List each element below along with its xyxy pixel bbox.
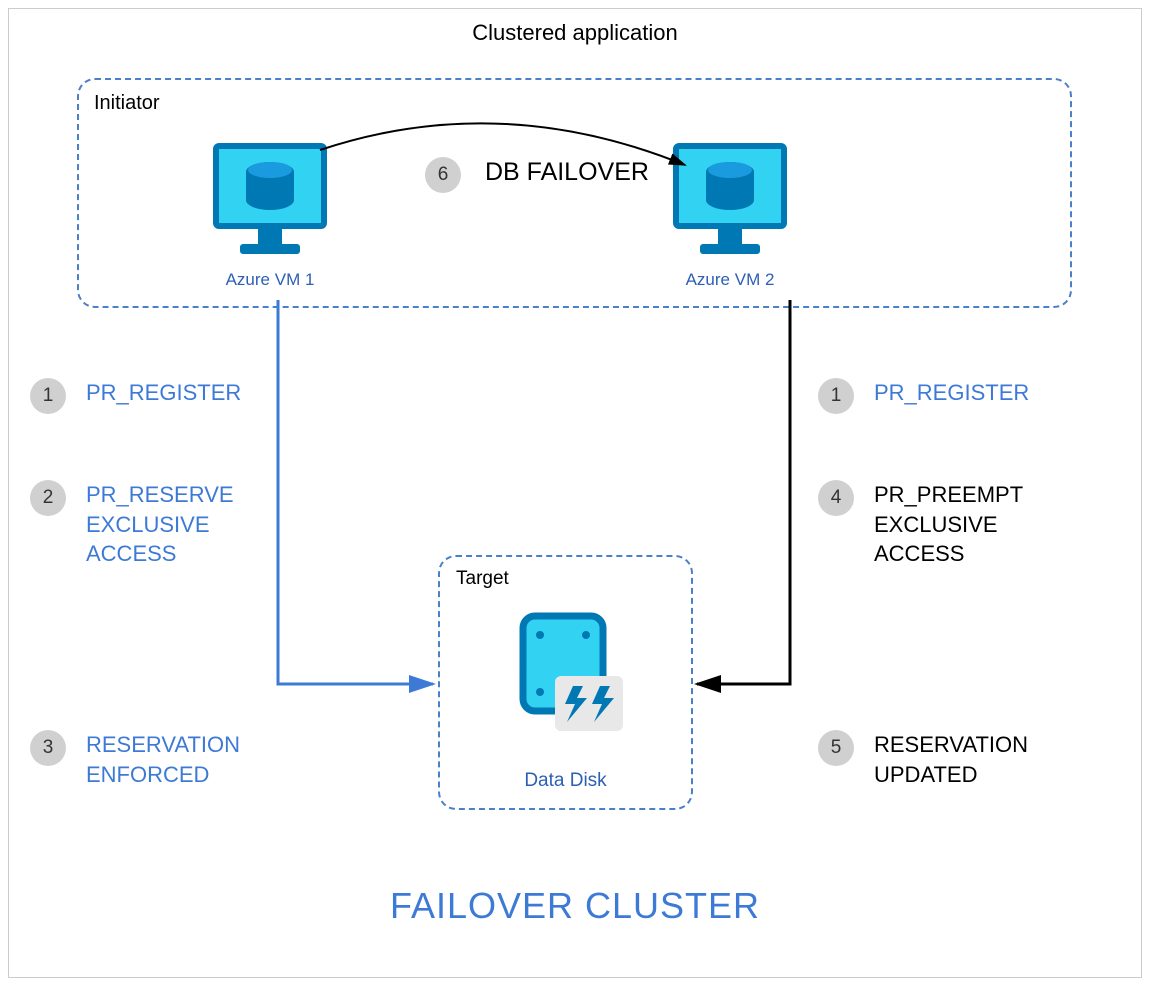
azure-vm2-icon bbox=[670, 140, 790, 270]
step-label: PR_PREEMPT EXCLUSIVE ACCESS bbox=[874, 480, 1023, 569]
step1-right: 1 PR_REGISTER bbox=[818, 378, 1029, 414]
vm2-label: Azure VM 2 bbox=[670, 270, 790, 290]
step2-left: 2 PR_RESERVE EXCLUSIVE ACCESS bbox=[30, 480, 234, 569]
badge-number: 3 bbox=[30, 730, 66, 766]
vm1-label: Azure VM 1 bbox=[210, 270, 330, 290]
failover-label: DB FAILOVER bbox=[485, 158, 649, 187]
step-label: RESERVATION UPDATED bbox=[874, 730, 1028, 789]
step-label: PR_RESERVE EXCLUSIVE ACCESS bbox=[86, 480, 234, 569]
initiator-label: Initiator bbox=[94, 92, 160, 115]
data-disk-icon bbox=[505, 608, 635, 743]
step4-right: 4 PR_PREEMPT EXCLUSIVE ACCESS bbox=[818, 480, 1023, 569]
step-label: RESERVATION ENFORCED bbox=[86, 730, 240, 789]
badge-number: 1 bbox=[30, 378, 66, 414]
disk-label: Data Disk bbox=[438, 770, 693, 792]
diagram-title: Clustered application bbox=[0, 20, 1150, 46]
step-label: PR_REGISTER bbox=[86, 378, 241, 408]
step5-right: 5 RESERVATION UPDATED bbox=[818, 730, 1028, 789]
step6-badge: 6 bbox=[425, 157, 461, 193]
step1-left: 1 PR_REGISTER bbox=[30, 378, 241, 414]
target-label: Target bbox=[456, 568, 509, 590]
azure-vm1-icon bbox=[210, 140, 330, 270]
badge-number: 1 bbox=[818, 378, 854, 414]
footer-title: FAILOVER CLUSTER bbox=[0, 885, 1150, 927]
badge-number: 2 bbox=[30, 480, 66, 516]
step3-left: 3 RESERVATION ENFORCED bbox=[30, 730, 240, 789]
badge-number: 6 bbox=[425, 157, 461, 193]
step-label: PR_REGISTER bbox=[874, 378, 1029, 408]
badge-number: 4 bbox=[818, 480, 854, 516]
badge-number: 5 bbox=[818, 730, 854, 766]
